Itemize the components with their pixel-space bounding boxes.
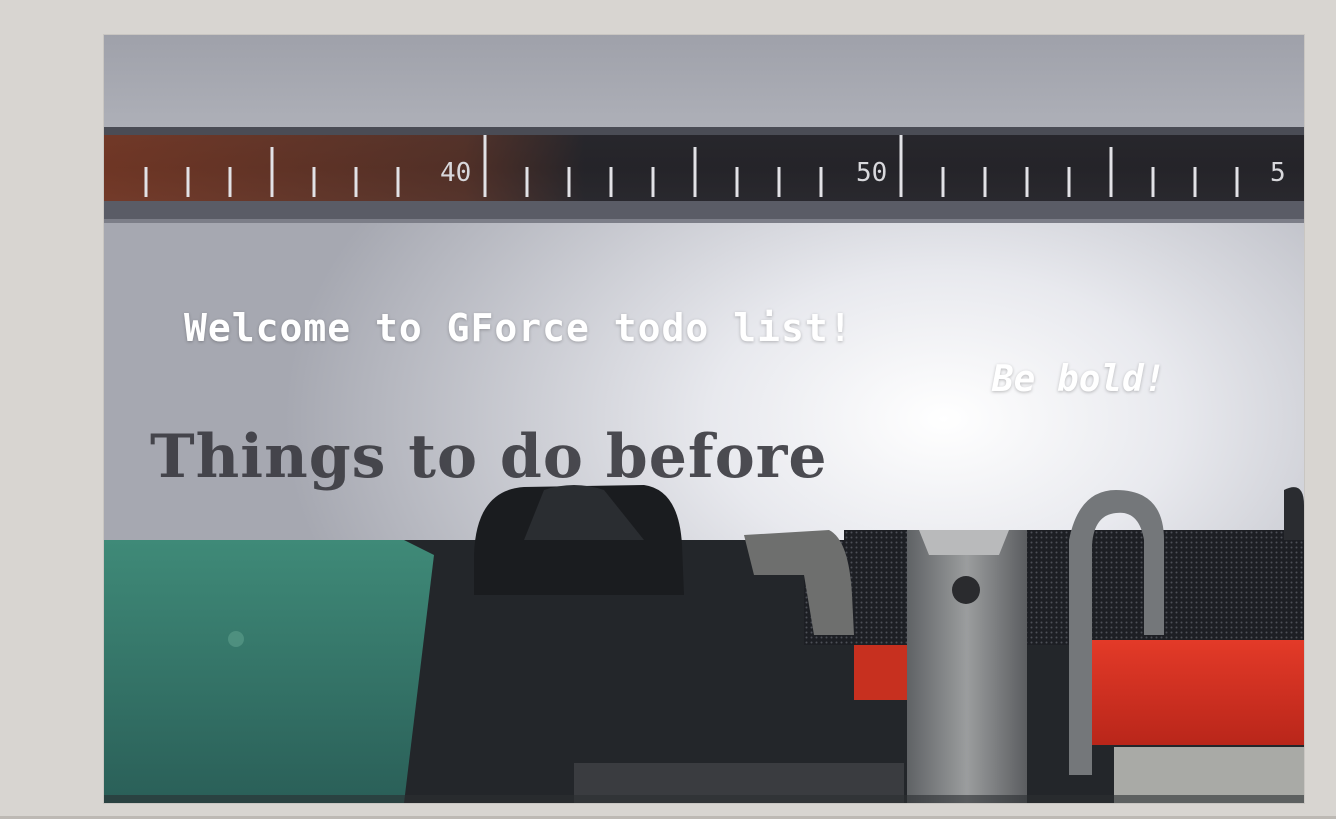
ruler-mark-40: 40 — [440, 158, 471, 188]
hero-image: 40 50 5 Things to do before Welcome to G… — [104, 35, 1304, 803]
page: 40 50 5 Things to do before Welcome to G… — [0, 0, 1336, 819]
ruler-mark-50: 50 — [856, 158, 887, 188]
tagline: Be bold! — [992, 359, 1166, 400]
ruler-mark-5: 5 — [1270, 158, 1286, 188]
typed-text: Things to do before — [150, 422, 828, 492]
welcome-title: Welcome to GForce todo list! — [184, 306, 853, 350]
typewriter-photo: 40 50 5 Things to do before — [104, 35, 1304, 803]
